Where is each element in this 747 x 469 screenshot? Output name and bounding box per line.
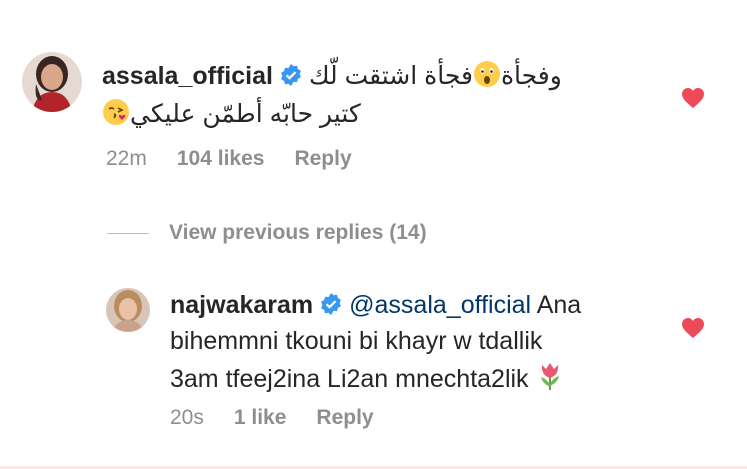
view-previous-replies-button[interactable]: View previous replies (14) [107, 218, 427, 248]
mention-link[interactable]: @assala_official [349, 291, 531, 319]
timestamp: 20s [170, 406, 204, 429]
verified-badge-icon [319, 292, 343, 324]
comment-text-arabic-line1: فجأة اشتقت لّك [308, 62, 473, 90]
reply-button[interactable]: Reply [294, 147, 351, 170]
comment-text: najwakaram @assala_official Ana [170, 289, 581, 324]
heart-icon[interactable] [681, 317, 705, 344]
username[interactable]: najwakaram [170, 291, 313, 319]
comment-meta: 22m 104 likes Reply [106, 147, 382, 171]
heart-icon[interactable] [681, 87, 705, 114]
comment-text-line2: كتير حابّه أطمّن عليكي [102, 98, 361, 134]
tulip-icon [536, 361, 564, 399]
comment-text-line1: Ana [536, 291, 582, 319]
comment-text-arabic-end: وفجأة [500, 62, 562, 90]
likes-count[interactable]: 1 like [234, 406, 287, 429]
comment-text-arabic-line2: كتير حابّه أطمّن عليكي [130, 100, 361, 128]
divider [107, 232, 149, 234]
face-blowing-kiss-icon [102, 98, 130, 134]
verified-badge-icon [279, 63, 303, 95]
avatar[interactable] [106, 288, 150, 332]
comment-text-line3-wrap: 3am tfeej2ina Li2an mnechta2lik [170, 361, 564, 399]
comment-text: assala_official وفجأة فجأة اشتقت لّك [102, 60, 562, 96]
username[interactable]: assala_official [102, 62, 273, 90]
timestamp: 22m [106, 147, 147, 170]
reply-button[interactable]: Reply [316, 406, 373, 429]
view-previous-replies-label: View previous replies (14) [169, 221, 427, 244]
avatar[interactable] [22, 52, 82, 112]
astonished-face-icon [473, 60, 501, 96]
comment-text-line2: bihemmni tkouni bi khayr w tdallik [170, 327, 543, 355]
likes-count[interactable]: 104 likes [177, 147, 265, 170]
comment-text-line3: 3am tfeej2ina Li2an mnechta2lik [170, 365, 529, 393]
comment-meta: 20s 1 like Reply [170, 406, 404, 430]
